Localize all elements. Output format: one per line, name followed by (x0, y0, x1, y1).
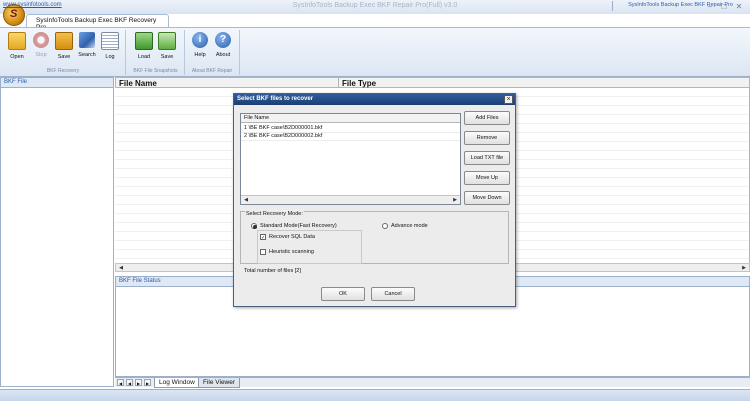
load-snapshot-button[interactable]: Load (133, 30, 155, 64)
list-item[interactable]: 1 \BE BKF case\B2D000001.bkf (241, 125, 460, 133)
log-icon (101, 32, 119, 50)
ok-button[interactable]: OK (321, 287, 365, 301)
info-icon: i (192, 32, 208, 48)
bkf-file-panel-header: BKF File (0, 77, 114, 88)
standard-mode-label: Standard Mode(Fast Recovery) (260, 223, 337, 229)
scroll-right-icon[interactable]: ▶ (740, 264, 748, 272)
add-files-button[interactable]: Add Files (464, 111, 510, 125)
cancel-button[interactable]: Cancel (371, 287, 415, 301)
list-item[interactable]: 2 \BE BKF case\B2D000002.bkf (241, 133, 460, 141)
bkf-file-tree[interactable] (0, 88, 114, 387)
save-icon (55, 32, 73, 50)
save-button[interactable]: Save (53, 30, 75, 64)
bottom-tab-strip: ◀ ◀ ▶ ▶ Log Window File Viewer (115, 377, 750, 388)
prev-page-icon[interactable]: ◀ (126, 379, 133, 386)
recover-sql-checkbox[interactable]: ✓ (260, 234, 266, 241)
column-divider (338, 78, 339, 88)
move-up-button[interactable]: Move Up (464, 171, 510, 185)
standard-mode-options: ✓ Recover SQL Data Heuristic scanning (257, 230, 362, 264)
scroll-left-icon[interactable]: ◀ (242, 196, 250, 204)
ribbon-tab[interactable]: SysInfoTools Backup Exec BKF Recovery Pr… (26, 14, 169, 31)
dialog-title: Select BKF files to recover (234, 94, 515, 105)
select-bkf-files-dialog: Select BKF files to recover × File Name … (233, 93, 516, 307)
save-snapshot-icon (158, 32, 176, 50)
recover-sql-label: Recover SQL Data (269, 234, 315, 240)
group-label-about-bkf-repair: About BKF Repair (191, 68, 233, 74)
stop-icon (33, 32, 49, 48)
standard-mode-radio[interactable] (251, 223, 257, 229)
heuristic-scanning-checkbox[interactable] (260, 249, 266, 255)
load-icon (135, 32, 153, 50)
scroll-right-icon[interactable]: ▶ (451, 196, 459, 204)
folder-open-icon (8, 32, 26, 50)
search-button[interactable]: Search (76, 30, 98, 64)
log-button[interactable]: Log (99, 30, 121, 64)
group-separator (239, 30, 240, 75)
heuristic-scanning-label: Heuristic scanning (269, 249, 314, 255)
search-icon (79, 32, 95, 48)
remove-button[interactable]: Remove (464, 131, 510, 145)
website-link[interactable]: www.sysinfotools.com (3, 2, 62, 8)
advance-mode-radio[interactable] (382, 223, 388, 229)
group-separator (125, 30, 126, 75)
tab-log-window[interactable]: Log Window (154, 378, 200, 388)
last-page-icon[interactable]: ▶ (144, 379, 151, 386)
scroll-left-icon[interactable]: ◀ (117, 264, 125, 272)
recovery-mode-legend: Select Recovery Mode: (245, 211, 304, 217)
save-snapshot-button[interactable]: Save (156, 30, 178, 64)
group-label-bkf-file-snapshots: BKF File Snapshots (133, 68, 178, 74)
advance-mode-label: Advance mode (391, 223, 428, 229)
column-header-file-name[interactable]: File Name (119, 79, 157, 88)
open-button[interactable]: Open (6, 30, 28, 64)
load-txt-file-button[interactable]: Load TXT file (464, 151, 510, 165)
stop-button[interactable]: Stop (30, 30, 52, 64)
column-header-file-type[interactable]: File Type (342, 79, 376, 88)
group-label-bkf-recovery: BKF Recovery (46, 68, 80, 74)
tab-file-viewer[interactable]: File Viewer (198, 378, 241, 388)
ribbon: Open Stop Save Search Log BKF Recovery L… (0, 27, 750, 77)
file-list-header: File Name File Type (115, 77, 750, 88)
total-files-label: Total number of files [2] (244, 268, 301, 274)
dialog-horizontal-scrollbar[interactable]: ◀ ▶ (241, 195, 460, 204)
help-icon: ? (215, 32, 231, 48)
group-separator (184, 30, 185, 75)
first-page-icon[interactable]: ◀ (117, 379, 124, 386)
selected-files-list[interactable]: File Name 1 \BE BKF case\B2D000001.bkf 2… (240, 113, 461, 205)
status-bar (0, 389, 750, 401)
next-page-icon[interactable]: ▶ (135, 379, 142, 386)
list-column-header[interactable]: File Name (241, 114, 460, 123)
help-button[interactable]: i Help (189, 30, 211, 64)
status-product-name: SysInfoTools Backup Exec BKF Repair Pro (612, 1, 748, 11)
about-button[interactable]: ? About (212, 30, 234, 64)
move-down-button[interactable]: Move Down (464, 191, 510, 205)
recovery-mode-group: Select Recovery Mode: Standard Mode(Fast… (240, 211, 509, 264)
dialog-close-icon[interactable]: × (504, 95, 513, 104)
